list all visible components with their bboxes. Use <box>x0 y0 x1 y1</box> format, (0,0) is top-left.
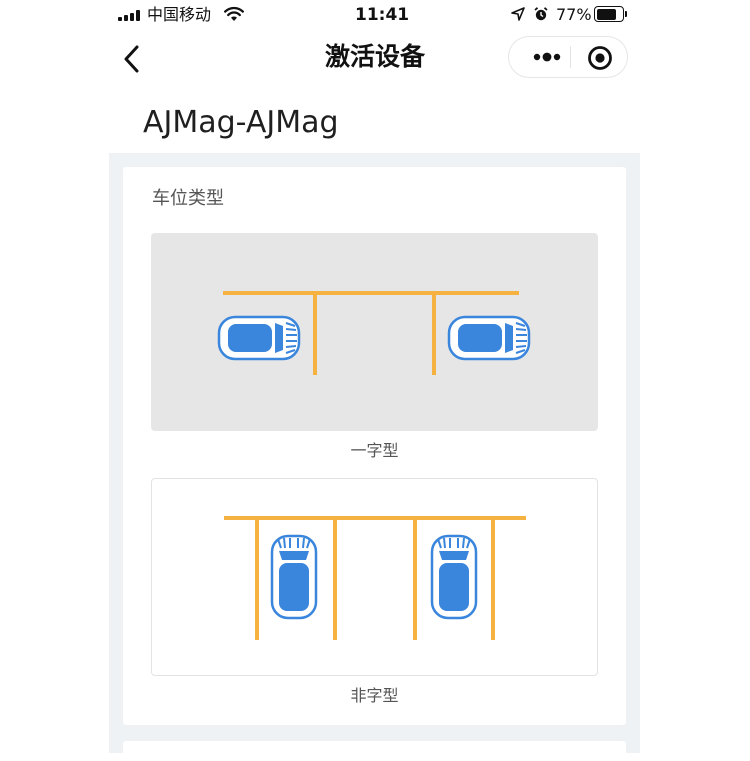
parallel-parking-illustration <box>217 291 531 375</box>
carrier-name: 中国移动 <box>147 5 212 24</box>
battery-icon <box>594 6 628 22</box>
next-card <box>123 741 626 761</box>
car-icon <box>270 534 318 620</box>
capsule-divider <box>570 46 571 68</box>
parking-option-parallel[interactable] <box>151 233 598 431</box>
wifi-icon <box>224 6 244 21</box>
location-icon <box>511 7 525 21</box>
target-circle-icon[interactable] <box>585 43 615 73</box>
menu-capsule <box>508 36 628 78</box>
car-icon <box>447 315 531 361</box>
parking-option-label: 非字型 <box>350 686 399 705</box>
device-name: AJMag-AJMag <box>143 105 339 140</box>
section-title: 车位类型 <box>152 188 224 209</box>
back-arrow-icon[interactable] <box>116 42 150 76</box>
parking-option-perpendicular[interactable] <box>151 478 598 676</box>
status-time: 11:41 <box>355 5 410 25</box>
parking-option-label: 一字型 <box>350 441 399 460</box>
signal-icon <box>118 10 140 21</box>
alarm-icon <box>534 7 548 21</box>
perpendicular-parking-illustration <box>224 516 526 640</box>
status-bar: 中国移动 11:41 77% <box>0 0 750 30</box>
car-icon <box>430 534 478 620</box>
battery-percent: 77% <box>556 5 592 24</box>
car-icon <box>217 315 301 361</box>
more-dots-icon[interactable] <box>523 37 571 77</box>
page-title: 激活设备 <box>324 42 425 71</box>
